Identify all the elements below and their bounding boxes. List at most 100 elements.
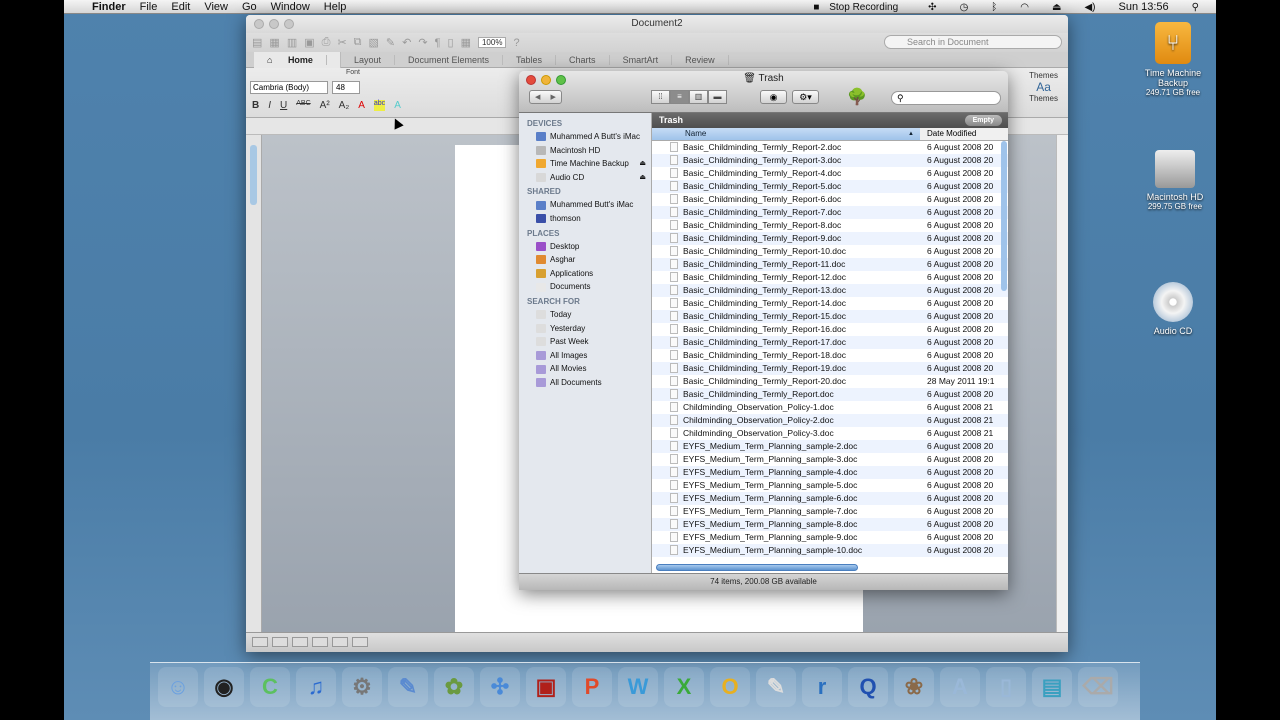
tab-charts[interactable]: Charts — [556, 54, 610, 65]
eject-icon[interactable]: ⏏ — [1045, 2, 1068, 13]
eject-icon[interactable]: ⏏ — [639, 157, 646, 171]
file-row[interactable]: EYFS_Medium_Term_Planning_sample-6.doc 6 … — [652, 492, 1008, 505]
back-forward-buttons[interactable]: ◀ ▶ — [529, 90, 562, 104]
quick-look-button[interactable]: ◉ — [760, 90, 787, 104]
sidebar-item[interactable]: Desktop — [519, 240, 651, 254]
sidebar-item[interactable]: Yesterday — [519, 322, 651, 336]
bluetooth-icon[interactable]: ᛒ — [984, 2, 1004, 13]
file-row[interactable]: EYFS_Medium_Term_Planning_sample-2.doc 6 … — [652, 440, 1008, 453]
dock-downloads-stack-icon[interactable]: ▤ — [1032, 667, 1072, 707]
sidebar-item[interactable]: Asghar — [519, 253, 651, 267]
sidebar-item[interactable]: Muhammed Butt's iMac — [519, 198, 651, 212]
save-icon[interactable]: ▣ — [304, 36, 314, 49]
desktop-audio-cd[interactable]: Audio CD — [1130, 282, 1216, 336]
tab-tables[interactable]: Tables — [503, 54, 557, 65]
file-row[interactable]: Basic_Childminding_Termly_Report-17.doc 6… — [652, 336, 1008, 349]
dock-trash-icon[interactable]: ⌫ — [1078, 667, 1118, 707]
name-column-header[interactable]: Name ▲ — [652, 128, 920, 140]
dock-iphoto-icon[interactable]: ❀ — [894, 667, 934, 707]
close-button[interactable] — [254, 19, 264, 29]
sidebar-heading[interactable]: SHARED — [519, 184, 651, 198]
file-row[interactable]: Basic_Childminding_Termly_Report-5.doc 6 … — [652, 180, 1008, 193]
menu-file[interactable]: File — [133, 1, 165, 13]
dock-safari-icon[interactable]: ✣ — [480, 667, 520, 707]
help-icon[interactable]: ? — [513, 37, 519, 49]
sidebar-item[interactable]: Applications — [519, 267, 651, 281]
gallery-icon[interactable]: ▦ — [461, 36, 471, 49]
dock-applications-folder-icon[interactable]: A — [940, 667, 980, 707]
bold-button[interactable]: B — [252, 100, 259, 111]
copy-icon[interactable]: ⧉ — [354, 36, 362, 49]
sidebar-icon[interactable]: ▯ — [448, 36, 454, 49]
file-row[interactable]: Basic_Childminding_Termly_Report-4.doc 6 … — [652, 167, 1008, 180]
dock-photo-booth-icon[interactable]: ▣ — [526, 667, 566, 707]
time-machine-icon[interactable]: ◷ — [953, 2, 976, 13]
file-row[interactable]: EYFS_Medium_Term_Planning_sample-4.doc 6 … — [652, 466, 1008, 479]
sidebar-item[interactable]: Time Machine Backup ⏏ — [519, 157, 651, 171]
desktop-macintosh-hd[interactable]: Macintosh HD 299.75 GB free — [1132, 150, 1216, 212]
highlight-button[interactable]: abc — [373, 100, 386, 111]
file-row[interactable]: Basic_Childminding_Termly_Report-10.doc 6… — [652, 245, 1008, 258]
vertical-ruler[interactable] — [246, 135, 262, 632]
dock-documents-folder-icon[interactable]: ▯ — [986, 667, 1026, 707]
sidebar-heading[interactable]: SEARCH FOR — [519, 294, 651, 308]
menu-view[interactable]: View — [197, 1, 235, 13]
underline-button[interactable]: U — [280, 100, 287, 111]
zoom-button[interactable] — [284, 19, 294, 29]
open-icon[interactable]: ▥ — [287, 36, 297, 49]
new-icon[interactable]: ▤ — [252, 36, 262, 49]
file-row[interactable]: Basic_Childminding_Termly_Report-13.doc 6… — [652, 284, 1008, 297]
forward-icon[interactable]: ▶ — [551, 93, 556, 101]
file-row[interactable]: Basic_Childminding_Termly_Report-16.doc 6… — [652, 323, 1008, 336]
pilcrow-icon[interactable]: ¶ — [435, 37, 441, 49]
subscript-button[interactable]: A₂ — [339, 100, 350, 111]
vertical-scrollbar-thumb[interactable] — [1001, 141, 1007, 291]
file-row[interactable]: Basic_Childminding_Termly_Report-11.doc 6… — [652, 258, 1008, 271]
desktop-time-machine-backup[interactable]: ⑂ Time Machine Backup 249.71 GB free — [1130, 22, 1216, 98]
file-row[interactable]: Basic_Childminding_Termly_Report-7.doc 6 … — [652, 206, 1008, 219]
sidebar-item[interactable]: All Movies — [519, 362, 651, 376]
file-row[interactable]: Childminding_Observation_Policy-2.doc 6 A… — [652, 414, 1008, 427]
stop-recording[interactable]: ■ Stop Recording — [806, 2, 912, 13]
tab-review[interactable]: Review — [672, 54, 729, 65]
coverflow-view-button[interactable]: ▬ — [708, 90, 727, 104]
dock-word-icon[interactable]: W — [618, 667, 658, 707]
list-view-button[interactable]: ≡ — [670, 90, 689, 104]
file-row[interactable]: Childminding_Observation_Policy-1.doc 6 A… — [652, 401, 1008, 414]
sidebar-item[interactable]: Macintosh HD — [519, 144, 651, 158]
empty-trash-button[interactable]: Empty — [964, 115, 1002, 126]
tab-smartart[interactable]: SmartArt — [610, 54, 673, 65]
paste-icon[interactable]: ▧ — [369, 36, 379, 49]
zoom-field[interactable]: 100% — [477, 37, 507, 48]
tab-home[interactable]: ⌂ Home — [254, 51, 341, 68]
format-icon[interactable]: ✎ — [386, 36, 395, 49]
spotlight-icon[interactable]: ⚲ — [1185, 2, 1206, 13]
menu-window[interactable]: Window — [264, 1, 317, 13]
print-icon[interactable]: ⎙ — [322, 36, 331, 49]
dock-realplayer-icon[interactable]: r — [802, 667, 842, 707]
menu-help[interactable]: Help — [317, 1, 354, 13]
font-name-select[interactable]: Cambria (Body) — [250, 81, 328, 94]
wifi-icon[interactable]: ◠ — [1013, 2, 1036, 13]
file-row[interactable]: Basic_Childminding_Termly_Report-2.doc 6 … — [652, 141, 1008, 154]
custom-toolbar-icon[interactable]: 🌳 — [847, 87, 867, 107]
file-row[interactable]: EYFS_Medium_Term_Planning_sample-3.doc 6 … — [652, 453, 1008, 466]
publishing-view-button[interactable] — [292, 637, 308, 647]
menu-app[interactable]: Finder — [85, 1, 133, 13]
file-row[interactable]: EYFS_Medium_Term_Planning_sample-10.doc 6… — [652, 544, 1008, 557]
font-color-button[interactable]: A — [358, 100, 365, 111]
dock-textedit-icon[interactable]: ✎ — [756, 667, 796, 707]
file-row[interactable]: Basic_Childminding_Termly_Report-12.doc 6… — [652, 271, 1008, 284]
vertical-scrollbar[interactable] — [1056, 135, 1068, 632]
file-row[interactable]: EYFS_Medium_Term_Planning_sample-9.doc 6 … — [652, 531, 1008, 544]
sidebar-item[interactable]: Past Week — [519, 335, 651, 349]
dock-dashboard-icon[interactable]: ◉ — [204, 667, 244, 707]
sidebar-item[interactable]: thomson — [519, 212, 651, 226]
tab-layout[interactable]: Layout — [341, 54, 395, 65]
column-view-button[interactable]: ▥ — [689, 90, 708, 104]
file-row[interactable]: Basic_Childminding_Termly_Report-20.doc 2… — [652, 375, 1008, 388]
sidebar-item[interactable]: Documents — [519, 280, 651, 294]
file-row[interactable]: Basic_Childminding_Termly_Report-18.doc 6… — [652, 349, 1008, 362]
dock-preview-icon[interactable]: ✎ — [388, 667, 428, 707]
file-row[interactable]: Basic_Childminding_Termly_Report-15.doc 6… — [652, 310, 1008, 323]
